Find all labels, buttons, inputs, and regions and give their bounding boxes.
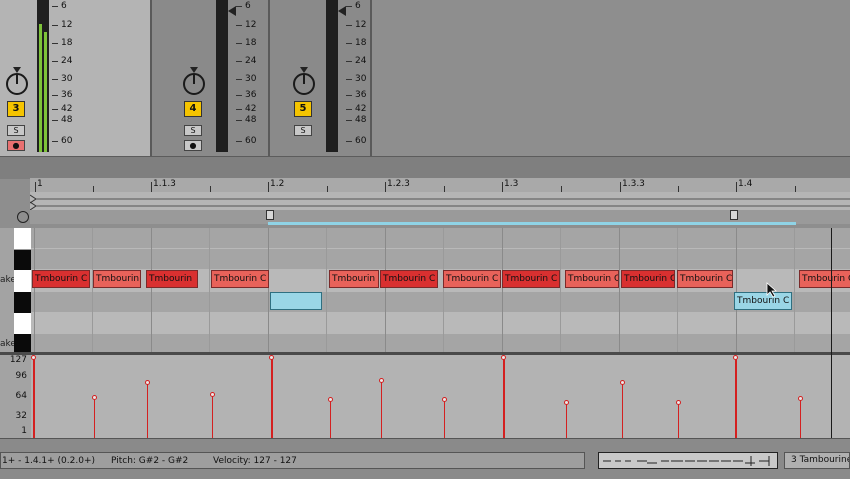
ruler-label: 1.1.3 bbox=[153, 179, 176, 189]
velocity-lane[interactable] bbox=[31, 355, 850, 438]
velocity-handle[interactable] bbox=[328, 397, 333, 402]
velocity-axis-label: 1 bbox=[21, 426, 27, 436]
midi-note[interactable]: Tmbourin C bbox=[211, 270, 269, 288]
pan-knob[interactable] bbox=[6, 73, 28, 95]
midi-note[interactable]: Tmbourin bbox=[93, 270, 141, 288]
clip-overview-notes bbox=[603, 456, 770, 466]
velocity-stem[interactable] bbox=[678, 403, 679, 438]
black-key[interactable] bbox=[14, 250, 31, 270]
velocity-stem[interactable] bbox=[566, 403, 567, 438]
ruler-label: 1.4 bbox=[738, 179, 753, 189]
velocity-stem[interactable] bbox=[735, 358, 737, 438]
pan-knob[interactable] bbox=[183, 73, 205, 95]
velocity-axis-label: 32 bbox=[15, 411, 27, 421]
velocity-handle[interactable] bbox=[442, 397, 447, 402]
piano-keyboard[interactable] bbox=[14, 228, 31, 352]
velocity-stem[interactable] bbox=[212, 395, 213, 438]
db-scale: 6 12 18 24 30 36 42 48 60 bbox=[52, 0, 82, 152]
level-meter bbox=[326, 0, 338, 152]
beat-ruler[interactable]: 1 1.1.3 1.2 1.2.3 1.3 1.3.3 1.4 bbox=[30, 178, 850, 193]
track-number-5[interactable]: 5 bbox=[294, 101, 312, 117]
db-scale: 6 12 18 24 30 36 42 48 60 bbox=[346, 0, 376, 152]
midi-note[interactable]: Tmbourin C bbox=[799, 270, 850, 288]
note-grid[interactable]: Tmbourin C Tmbourin Tmbourin Tmbourin C … bbox=[31, 228, 850, 352]
section-divider[interactable] bbox=[0, 156, 850, 179]
velocity-stem[interactable] bbox=[444, 400, 445, 438]
velocity-stem[interactable] bbox=[622, 383, 623, 438]
velocity-handle[interactable] bbox=[733, 355, 738, 360]
selection-range-text: 1+ - 1.4.1+ (0.2.0+) bbox=[2, 456, 96, 466]
midi-note[interactable]: Tmbourin C bbox=[565, 270, 619, 288]
loop-brace-bar[interactable] bbox=[29, 192, 850, 211]
velocity-handle[interactable] bbox=[31, 355, 36, 360]
midi-note[interactable]: Tmbourin C bbox=[734, 292, 792, 310]
velocity-axis-label: 127 bbox=[9, 355, 27, 365]
velocity-stem[interactable] bbox=[800, 399, 801, 438]
solo-button[interactable]: S bbox=[184, 125, 202, 136]
black-key[interactable] bbox=[14, 334, 31, 352]
midi-note[interactable] bbox=[270, 292, 322, 310]
record-arm-button[interactable]: ● bbox=[184, 140, 202, 151]
velocity-axis-label: 64 bbox=[15, 391, 27, 401]
velocity-stem[interactable] bbox=[271, 358, 273, 438]
velocity-stem[interactable] bbox=[381, 381, 382, 438]
velocity-handle[interactable] bbox=[210, 392, 215, 397]
velocity-handle[interactable] bbox=[676, 400, 681, 405]
volume-fader-handle[interactable] bbox=[338, 6, 346, 16]
midi-note[interactable]: Tmbourin C bbox=[677, 270, 733, 288]
velocity-stem[interactable] bbox=[147, 383, 148, 438]
velocity-handle[interactable] bbox=[269, 355, 274, 360]
velocity-stem[interactable] bbox=[33, 358, 35, 438]
record-arm-button[interactable]: ● bbox=[7, 140, 25, 151]
loop-bracket bbox=[29, 194, 850, 211]
ruler-label: 1 bbox=[37, 179, 43, 189]
solo-button[interactable]: S bbox=[7, 125, 25, 136]
velocity-handle[interactable] bbox=[620, 380, 625, 385]
level-meter bbox=[216, 0, 228, 152]
volume-fader-handle[interactable] bbox=[228, 6, 236, 16]
level-meter bbox=[37, 0, 49, 152]
velocity-stem[interactable] bbox=[330, 400, 331, 438]
ruler-label: 1.2.3 bbox=[387, 179, 410, 189]
velocity-text: Velocity: 127 - 127 bbox=[213, 456, 297, 466]
velocity-handle[interactable] bbox=[145, 380, 150, 385]
velocity-stem[interactable] bbox=[503, 358, 505, 438]
loop-start-marker[interactable] bbox=[266, 210, 274, 220]
midi-note[interactable]: Tmbourin C bbox=[443, 270, 501, 288]
midi-note[interactable]: Tmbourin bbox=[329, 270, 379, 288]
ruler-label: 1.3.3 bbox=[622, 179, 645, 189]
midi-note[interactable]: Tmbourin C bbox=[380, 270, 438, 288]
clip-overview[interactable] bbox=[598, 452, 778, 469]
ruler-label: 1.2 bbox=[270, 179, 285, 189]
db-scale: 6 12 18 24 30 36 42 48 60 bbox=[236, 0, 266, 152]
playhead-line bbox=[831, 228, 832, 438]
black-key[interactable] bbox=[14, 292, 31, 313]
track-number-4[interactable]: 4 bbox=[184, 101, 202, 117]
selection-info-display: 1+ - 1.4.1+ (0.2.0+) Pitch: G#2 - G#2 Ve… bbox=[0, 452, 585, 469]
track-name-display[interactable]: 3 Tambourine bbox=[784, 452, 850, 469]
velocity-handle[interactable] bbox=[379, 378, 384, 383]
mouse-pointer-icon bbox=[766, 282, 778, 298]
solo-button[interactable]: S bbox=[294, 125, 312, 136]
ruler-label: 1.3 bbox=[504, 179, 519, 189]
velocity-handle[interactable] bbox=[564, 400, 569, 405]
mixer-section: 3 S ● 6 12 18 24 30 36 42 48 60 4 S ● 6 … bbox=[0, 0, 850, 156]
velocity-handle[interactable] bbox=[92, 395, 97, 400]
midi-note[interactable]: Tmbourin bbox=[146, 270, 198, 288]
midi-note[interactable]: Tmbourin C bbox=[32, 270, 90, 288]
track-number-3[interactable]: 3 bbox=[7, 101, 25, 117]
pan-knob[interactable] bbox=[293, 73, 315, 95]
pitch-text: Pitch: G#2 - G#2 bbox=[111, 456, 189, 466]
velocity-handle[interactable] bbox=[501, 355, 506, 360]
velocity-stem[interactable] bbox=[94, 398, 95, 438]
loop-region[interactable] bbox=[268, 222, 796, 225]
headphones-icon[interactable] bbox=[17, 211, 29, 223]
key-label-column: ake ake bbox=[0, 228, 16, 352]
midi-note[interactable]: Tmbourin C bbox=[502, 270, 560, 288]
velocity-axis-label: 96 bbox=[15, 371, 27, 381]
midi-note[interactable]: Tmbourin C bbox=[621, 270, 675, 288]
velocity-handle[interactable] bbox=[798, 396, 803, 401]
loop-end-marker[interactable] bbox=[730, 210, 738, 220]
velocity-axis: 127 96 64 32 1 bbox=[0, 355, 31, 438]
